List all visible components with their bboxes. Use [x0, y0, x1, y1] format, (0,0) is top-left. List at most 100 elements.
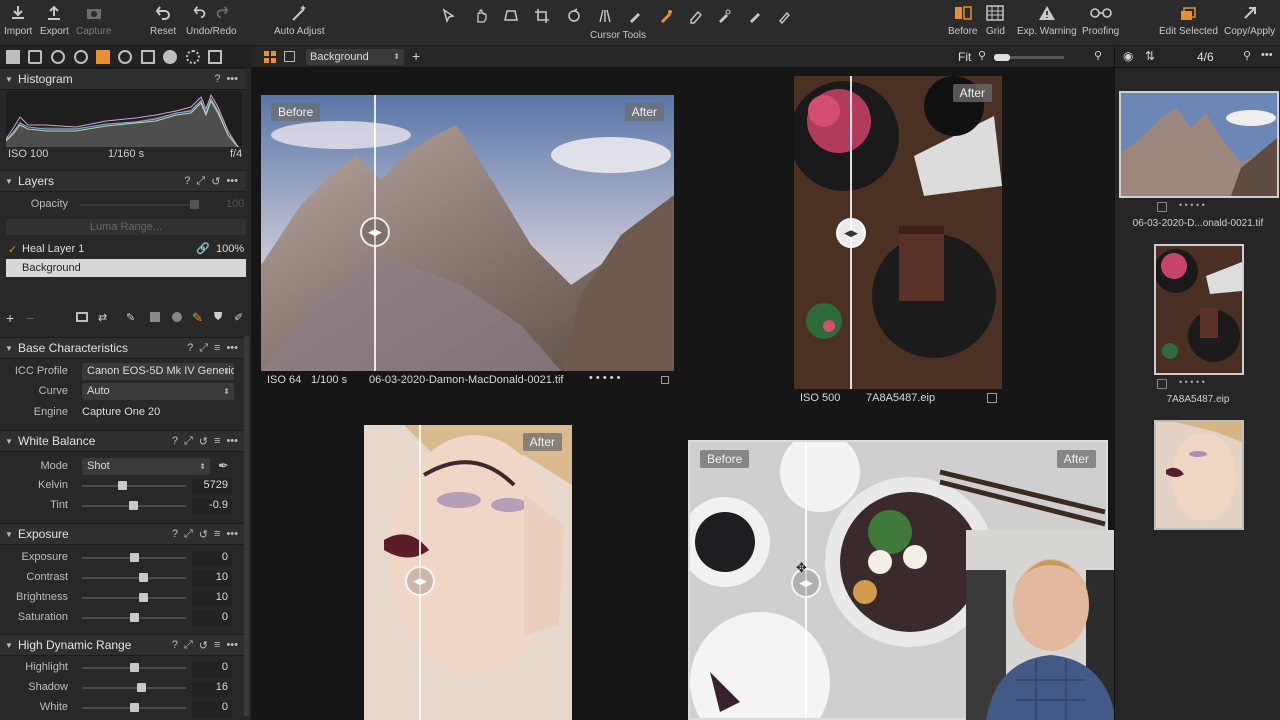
sort-icon[interactable]: ⇅ [1145, 49, 1155, 63]
exposure-slider-knob[interactable] [139, 593, 148, 602]
kelvin-value[interactable]: 5729 [192, 479, 232, 495]
metadata-tab-icon[interactable] [163, 50, 177, 64]
zoom-slider[interactable] [994, 54, 1064, 61]
layer-item-heal[interactable]: ✓ Heal Layer 1 🔗 100% [6, 241, 246, 258]
hdr-value[interactable]: 0 [192, 661, 232, 677]
auto-adjust-button[interactable]: Auto Adjust [274, 4, 325, 37]
proofing-button[interactable]: Proofing [1082, 4, 1119, 37]
search-icon[interactable]: ⚲ [1243, 49, 1251, 62]
help-icon[interactable]: ? [184, 175, 190, 188]
capture-tab-icon[interactable] [28, 50, 42, 64]
more-icon[interactable]: ••• [1261, 49, 1273, 61]
eraser-icon[interactable]: ✐ [234, 311, 243, 324]
select-tool-icon[interactable] [438, 6, 460, 26]
library-tab-icon[interactable] [6, 50, 20, 64]
hdr-slider[interactable] [82, 663, 186, 672]
multi-view-icon[interactable] [264, 51, 276, 63]
exposure-slider[interactable] [82, 593, 186, 602]
loupe-tool-icon[interactable] [500, 6, 522, 26]
rating-dots[interactable]: • • • • • [1179, 200, 1205, 210]
more-icon[interactable]: ••• [226, 175, 238, 188]
zoom-in-icon[interactable]: ⚲ [1094, 49, 1102, 62]
layer-item-background[interactable]: Background [6, 259, 246, 277]
tint-value[interactable]: -0.9 [192, 499, 232, 515]
kelvin-slider[interactable] [82, 481, 186, 490]
add-icon[interactable]: + [412, 48, 420, 64]
hdr-slider[interactable] [82, 703, 186, 712]
icc-profile-select[interactable]: Canon EOS-5D Mk IV Generic ⬍ [82, 363, 234, 380]
more-icon[interactable]: ••• [226, 342, 238, 355]
histogram-header[interactable]: ▼ Histogram ? ••• [0, 68, 246, 90]
copy-apply-button[interactable]: Copy/Apply [1224, 4, 1275, 37]
exposure-warning-button[interactable]: Exp. Warning [1017, 4, 1077, 37]
presets-icon[interactable]: ≡ [214, 342, 220, 355]
hdr-slider-knob[interactable] [130, 663, 139, 672]
picker-icon[interactable]: ⤢ [196, 175, 205, 188]
pen-icon[interactable]: ✎ [126, 311, 135, 324]
adjustments-tab-icon[interactable] [141, 50, 155, 64]
divider-handle-icon[interactable]: ◀▶ [405, 566, 435, 596]
lens-tab-icon[interactable] [51, 50, 65, 64]
single-view-icon[interactable] [284, 51, 295, 62]
opacity-slider-knob[interactable] [190, 200, 199, 209]
base-characteristics-header[interactable]: ▼ Base Characteristics ? ⤢ ≡ ••• [0, 337, 246, 359]
help-icon[interactable]: ? [172, 528, 178, 541]
exposure-header[interactable]: ▼ Exposure ? ⤢ ↺ ≡ ••• [0, 523, 246, 545]
browser-thumb-food[interactable] [1154, 244, 1244, 375]
draw-mask-tool-icon[interactable] [774, 6, 796, 26]
stamp-icon[interactable]: ⛊ [214, 311, 222, 324]
hdr-slider-knob[interactable] [130, 703, 139, 712]
more-icon[interactable]: ••• [226, 435, 238, 448]
browser-thumb-portrait[interactable] [1154, 420, 1244, 530]
exposure-value[interactable]: 0 [192, 611, 232, 627]
swap-icon[interactable]: ⇄ [98, 311, 107, 324]
tint-slider-knob[interactable] [129, 501, 138, 510]
exposure-slider[interactable] [82, 613, 186, 622]
reset-button[interactable]: Reset [150, 4, 176, 37]
hdr-header[interactable]: ▼ High Dynamic Range ? ⤢ ↺ ≡ ••• [0, 634, 246, 656]
opacity-slider[interactable] [80, 200, 199, 209]
radial-mask-icon[interactable] [172, 312, 182, 322]
exposure-tab-icon[interactable] [96, 50, 110, 64]
wb-mode-select[interactable]: Shot ⬍ [82, 458, 210, 475]
zoom-slider-knob[interactable] [994, 54, 1010, 61]
help-icon[interactable]: ? [172, 639, 178, 652]
picker-icon[interactable]: ⤢ [184, 528, 193, 541]
details-tab-icon[interactable] [118, 50, 132, 64]
zoom-fit-label[interactable]: Fit [958, 50, 971, 64]
color-tag-icon[interactable] [987, 393, 997, 403]
help-icon[interactable]: ? [187, 342, 193, 355]
hdr-value[interactable]: 0 [192, 701, 232, 717]
batch-tab-icon[interactable] [208, 50, 222, 64]
viewer-image-food[interactable]: After ◀▶ [794, 76, 1002, 389]
presets-icon[interactable]: ≡ [214, 639, 220, 652]
luma-range-button[interactable]: Luma Range... [6, 219, 246, 235]
grid-button[interactable]: Grid [986, 4, 1005, 37]
export-button[interactable]: Export [40, 4, 69, 37]
hdr-slider-knob[interactable] [137, 683, 146, 692]
presets-icon[interactable]: ≡ [214, 528, 220, 541]
exposure-slider[interactable] [82, 553, 186, 562]
picker-icon[interactable]: ⤢ [184, 639, 193, 652]
more-icon[interactable]: ••• [226, 528, 238, 541]
tint-slider[interactable] [82, 501, 186, 510]
output-tab-icon[interactable] [186, 50, 200, 64]
thumb-select-checkbox[interactable] [1157, 379, 1167, 389]
viewer-image-mountain[interactable]: Before After ◀▶ [261, 95, 674, 371]
more-icon[interactable]: ••• [226, 639, 238, 652]
exposure-slider-knob[interactable] [139, 573, 148, 582]
spot-removal-tool-icon[interactable] [624, 6, 646, 26]
tool-panel-scrollbar[interactable] [244, 336, 249, 716]
picker-icon[interactable]: ⤢ [199, 342, 208, 355]
edit-selected-button[interactable]: Edit Selected [1159, 4, 1218, 37]
brush-icon[interactable]: ✎ [192, 310, 203, 326]
rating-dots[interactable]: • • • • • [589, 372, 620, 384]
before-button[interactable]: Before [948, 4, 977, 37]
rotate-tool-icon[interactable] [563, 6, 585, 26]
more-icon[interactable]: ••• [226, 73, 238, 85]
help-icon[interactable]: ? [172, 435, 178, 448]
thumb-select-checkbox[interactable] [1157, 202, 1167, 212]
exposure-slider-knob[interactable] [130, 553, 139, 562]
exposure-slider[interactable] [82, 573, 186, 582]
keystone-tool-icon[interactable] [594, 6, 616, 26]
